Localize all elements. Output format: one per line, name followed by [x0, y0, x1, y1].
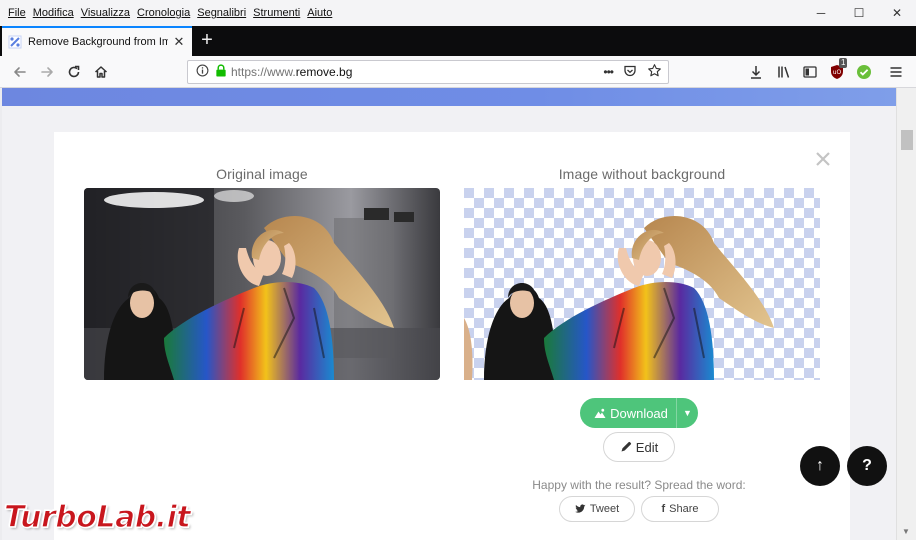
menu-file[interactable]: File — [6, 7, 31, 19]
tab-title: Remove Background from Ima — [28, 36, 168, 48]
tab-strip: Remove Background from Ima ✕ + — [0, 26, 916, 56]
menu-segnalibri[interactable]: Segnalibri — [195, 7, 251, 19]
menu-cronologia[interactable]: Cronologia — [135, 7, 195, 19]
tweet-button[interactable]: Tweet — [559, 496, 635, 522]
hamburger-menu-icon[interactable] — [886, 62, 906, 82]
facebook-f-icon: f — [661, 503, 666, 515]
url-host: remove.bg — [295, 65, 353, 79]
url-scheme: https://www. — [231, 65, 296, 79]
turbolab-watermark-logo: TurboLab.it — [3, 499, 191, 535]
original-image-title: Original image — [216, 166, 308, 182]
new-tab-button[interactable]: + — [196, 30, 218, 52]
tab-close-icon[interactable]: ✕ — [172, 34, 186, 50]
share-label: Share — [669, 503, 699, 515]
reload-icon[interactable] — [64, 62, 84, 82]
tab-remove-bg[interactable]: Remove Background from Ima ✕ — [2, 26, 192, 56]
pencil-icon — [620, 441, 632, 453]
scroll-down-arrow-icon[interactable]: ▼ — [902, 527, 910, 536]
site-header-band — [2, 88, 896, 106]
page-scrollbar[interactable]: ▼ — [896, 88, 916, 540]
scrollbar-thumb[interactable] — [901, 130, 913, 150]
menu-visualizza[interactable]: Visualizza — [79, 7, 135, 19]
tweet-label: Tweet — [589, 503, 620, 515]
menu-bar: File Modifica Visualizza Cronologia Segn… — [0, 0, 916, 26]
info-icon[interactable] — [196, 64, 209, 80]
home-icon[interactable] — [91, 62, 111, 82]
url-actions: ••• — [603, 63, 662, 81]
scroll-to-top-button[interactable]: ↑ — [800, 446, 840, 486]
download-label-wrap: Download — [580, 406, 676, 421]
share-prompt: Happy with the result? Spread the word: — [532, 478, 746, 492]
minimize-button[interactable]: ─ — [802, 0, 840, 26]
arrow-left-icon[interactable] — [10, 62, 30, 82]
download-arrow-icon[interactable] — [746, 62, 766, 82]
remove-bg-favicon-icon — [8, 35, 22, 49]
download-button[interactable]: Download ▼ — [580, 398, 698, 428]
navigation-bar: https://www.remove.bg ••• uO 1 — [0, 56, 916, 88]
help-button[interactable]: ? — [847, 446, 887, 486]
url-text: https://www.remove.bg — [231, 65, 352, 79]
window-controls: ─ ☐ ✕ — [802, 0, 916, 26]
menu-strumenti[interactable]: Strumenti — [251, 7, 305, 19]
arrow-right-icon[interactable] — [37, 62, 57, 82]
download-caret-icon[interactable]: ▼ — [676, 398, 698, 428]
lock-icon[interactable] — [215, 64, 227, 80]
result-image — [464, 188, 820, 380]
twitter-bird-icon — [574, 504, 586, 514]
result-modal: Original image Image without background — [54, 132, 850, 540]
page-actions-button[interactable]: ••• — [603, 65, 614, 79]
download-label: Download — [610, 405, 668, 421]
original-image — [84, 188, 440, 380]
library-icon[interactable] — [774, 62, 794, 82]
menu-aiuto[interactable]: Aiuto — [305, 7, 337, 19]
result-image-title: Image without background — [558, 166, 726, 182]
check-circle-icon[interactable] — [854, 62, 874, 82]
download-mountain-icon — [594, 408, 606, 419]
edit-label: Edit — [635, 439, 659, 455]
menu-modifica[interactable]: Modifica — [31, 7, 79, 19]
star-icon[interactable] — [647, 63, 662, 81]
maximize-button[interactable]: ☐ — [840, 0, 878, 26]
svg-text:uO: uO — [833, 69, 842, 76]
ublock-badge: 1 — [839, 58, 848, 68]
pocket-icon[interactable] — [623, 64, 637, 81]
close-window-button[interactable]: ✕ — [878, 0, 916, 26]
content-area: Original image Image without background — [2, 88, 896, 540]
sidebar-icon[interactable] — [800, 62, 820, 82]
ublock-shield-icon[interactable]: uO 1 — [828, 58, 848, 82]
url-bar[interactable]: https://www.remove.bg ••• — [187, 60, 669, 84]
facebook-share-button[interactable]: f Share — [641, 496, 719, 522]
page-viewport: Original image Image without background — [0, 88, 916, 540]
edit-button[interactable]: Edit — [603, 432, 675, 462]
